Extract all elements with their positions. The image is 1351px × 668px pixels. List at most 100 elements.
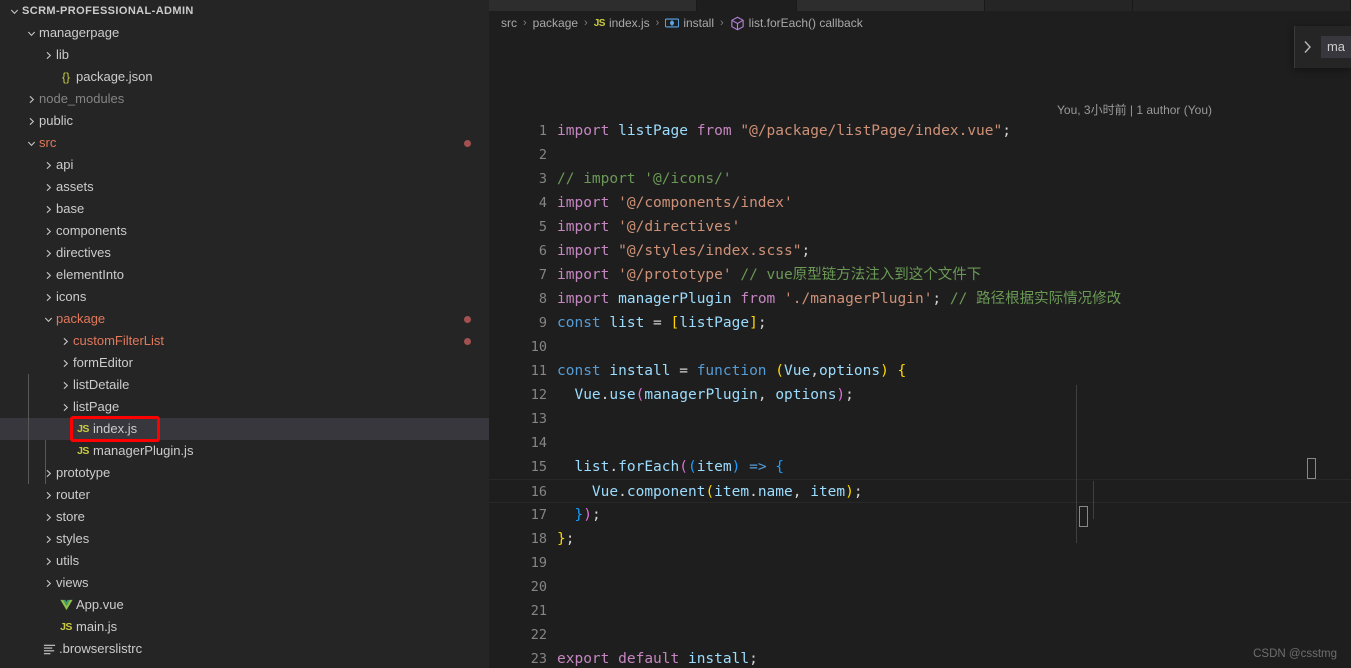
tab-partial-1[interactable] [489, 0, 697, 11]
chevron-right-icon[interactable] [40, 506, 56, 528]
code-line[interactable]: 12 Vue.use(managerPlugin, options); [489, 383, 1351, 407]
code-line[interactable]: 5 import '@/directives' [489, 215, 1351, 239]
breadcrumb[interactable]: src › package › JS index.js › install › list.forE… [489, 11, 1351, 35]
code-line[interactable]: 10 [489, 335, 1351, 359]
tree-item-views[interactable]: views [0, 572, 489, 594]
tree-item-managerpage[interactable]: managerpage [0, 22, 489, 44]
tree-item-public[interactable]: public [0, 110, 489, 132]
code-text[interactable]: Vue.use(managerPlugin, options); [557, 383, 853, 407]
chevron-right-icon[interactable] [40, 220, 56, 242]
code-line[interactable]: 22 [489, 623, 1351, 647]
tree-item-utils[interactable]: utils [0, 550, 489, 572]
code-text[interactable]: import managerPlugin from './managerPlug… [557, 287, 1121, 311]
tree-item-customfilterlist[interactable]: customFilterList [0, 330, 489, 352]
code-text[interactable]: const install = function (Vue,options) { [557, 359, 906, 383]
chevron-right-icon[interactable] [57, 352, 73, 374]
chevron-right-icon[interactable] [40, 572, 56, 594]
tree-item-api[interactable]: api [0, 154, 489, 176]
chevron-right-icon[interactable] [40, 528, 56, 550]
chevron-down-icon[interactable] [23, 132, 39, 154]
code-line[interactable]: 20 [489, 575, 1351, 599]
tree-item-listdetaile[interactable]: listDetaile [0, 374, 489, 396]
tree-item-formeditor[interactable]: formEditor [0, 352, 489, 374]
chevron-right-icon[interactable] [40, 264, 56, 286]
code-text[interactable]: import '@/prototype' // vue原型链方法注入到这个文件下 [557, 263, 981, 287]
code-line[interactable]: 9 const list = [listPage]; [489, 311, 1351, 335]
tree-item-main-js[interactable]: JS main.js [0, 616, 489, 638]
code-line[interactable]: 17 }); [489, 503, 1351, 527]
code-line[interactable]: 21 [489, 599, 1351, 623]
code-text[interactable]: // import '@/icons/' [557, 167, 732, 191]
code-text[interactable]: import "@/styles/index.scss"; [557, 239, 810, 263]
chevron-right-icon[interactable] [1295, 40, 1321, 54]
tree-item-package[interactable]: package [0, 308, 489, 330]
code-text[interactable]: import '@/directives' [557, 215, 740, 239]
tree-item-browserslistrc[interactable]: .browserslistrc [0, 638, 489, 660]
breadcrumb-item-src[interactable]: src [501, 16, 517, 30]
code-line[interactable]: 3 // import '@/icons/' [489, 167, 1351, 191]
tree-item-lib[interactable]: lib [0, 44, 489, 66]
chevron-right-icon[interactable] [57, 396, 73, 418]
code-line[interactable]: 8 import managerPlugin from './managerPlu… [489, 287, 1351, 311]
chevron-right-icon[interactable] [23, 110, 39, 132]
code-text[interactable]: import '@/components/index' [557, 191, 793, 215]
code-line[interactable]: 2 [489, 143, 1351, 167]
code-line[interactable]: 7 import '@/prototype' // vue原型链方法注入到这个文件… [489, 263, 1351, 287]
code-line[interactable]: 18}; [489, 527, 1351, 551]
chevron-right-icon[interactable] [23, 88, 39, 110]
tree-item-prototype[interactable]: prototype [0, 462, 489, 484]
breadcrumb-item-package[interactable]: package [533, 16, 578, 30]
chevron-down-icon[interactable] [23, 22, 39, 44]
tree-item-listpage[interactable]: listPage [0, 396, 489, 418]
peek-widget-label[interactable]: ma [1320, 36, 1351, 58]
breadcrumb-item-install[interactable]: install [665, 16, 714, 30]
tab-partial-4[interactable] [985, 0, 1133, 11]
tab-partial-3[interactable] [797, 0, 985, 11]
code-line[interactable]: 23 export default install; [489, 647, 1351, 668]
tree-item-icons[interactable]: icons [0, 286, 489, 308]
tree-item-assets[interactable]: assets [0, 176, 489, 198]
chevron-right-icon[interactable] [57, 330, 73, 352]
chevron-right-icon[interactable] [40, 550, 56, 572]
chevron-right-icon[interactable] [40, 44, 56, 66]
chevron-right-icon[interactable] [57, 374, 73, 396]
code-line[interactable]: 19 [489, 551, 1351, 575]
explorer-root-row[interactable]: SCRM-PROFESSIONAL-ADMIN [0, 0, 489, 22]
chevron-right-icon[interactable] [40, 154, 56, 176]
tree-item-router[interactable]: router [0, 484, 489, 506]
code-text[interactable]: const list = [listPage]; [557, 311, 767, 335]
code-text[interactable]: export default install; [557, 647, 758, 668]
chevron-right-icon[interactable] [40, 286, 56, 308]
code-line[interactable]: 16 Vue.component(item.name, item);You, 2… [489, 479, 1351, 503]
code-line[interactable]: 6 import "@/styles/index.scss"; [489, 239, 1351, 263]
code-line[interactable]: 13 [489, 407, 1351, 431]
tree-item-components[interactable]: components [0, 220, 489, 242]
code-text[interactable]: Vue.component(item.name, item); [557, 480, 863, 504]
peek-widget[interactable]: ma [1293, 26, 1351, 68]
tree-item-styles[interactable]: styles [0, 528, 489, 550]
tree-item-app-vue[interactable]: App.vue [0, 594, 489, 616]
breadcrumb-item-index-js[interactable]: JS index.js [594, 16, 650, 30]
code-text[interactable]: }); [557, 503, 600, 527]
chevron-down-icon[interactable] [6, 0, 22, 22]
code-line[interactable]: 11 const install = function (Vue,options)… [489, 359, 1351, 383]
tree-item-managerplugin-js[interactable]: JS managerPlugin.js [0, 440, 489, 462]
tree-item-elementinto[interactable]: elementInto [0, 264, 489, 286]
tree-item-directives[interactable]: directives [0, 242, 489, 264]
chevron-right-icon[interactable] [40, 484, 56, 506]
editor-tab-strip[interactable] [489, 0, 1351, 11]
tree-item-node-modules[interactable]: node_modules [0, 88, 489, 110]
chevron-right-icon[interactable] [40, 176, 56, 198]
chevron-right-icon[interactable] [40, 462, 56, 484]
code-text[interactable]: import listPage from "@/package/listPage… [557, 119, 1011, 143]
code-line[interactable]: 1 import listPage from "@/package/listPag… [489, 119, 1351, 143]
code-text[interactable]: list.forEach((item) => { [557, 455, 784, 479]
tree-item-base[interactable]: base [0, 198, 489, 220]
chevron-right-icon[interactable] [40, 242, 56, 264]
code-text[interactable]: }; [557, 527, 574, 551]
tree-item-package-json[interactable]: {} package.json [0, 66, 489, 88]
chevron-down-icon[interactable] [40, 308, 56, 330]
chevron-right-icon[interactable] [40, 198, 56, 220]
tree-item-index-js[interactable]: JS index.js [0, 418, 489, 440]
explorer-sidebar[interactable]: SCRM-PROFESSIONAL-ADMIN managerpage lib {} p… [0, 0, 489, 668]
